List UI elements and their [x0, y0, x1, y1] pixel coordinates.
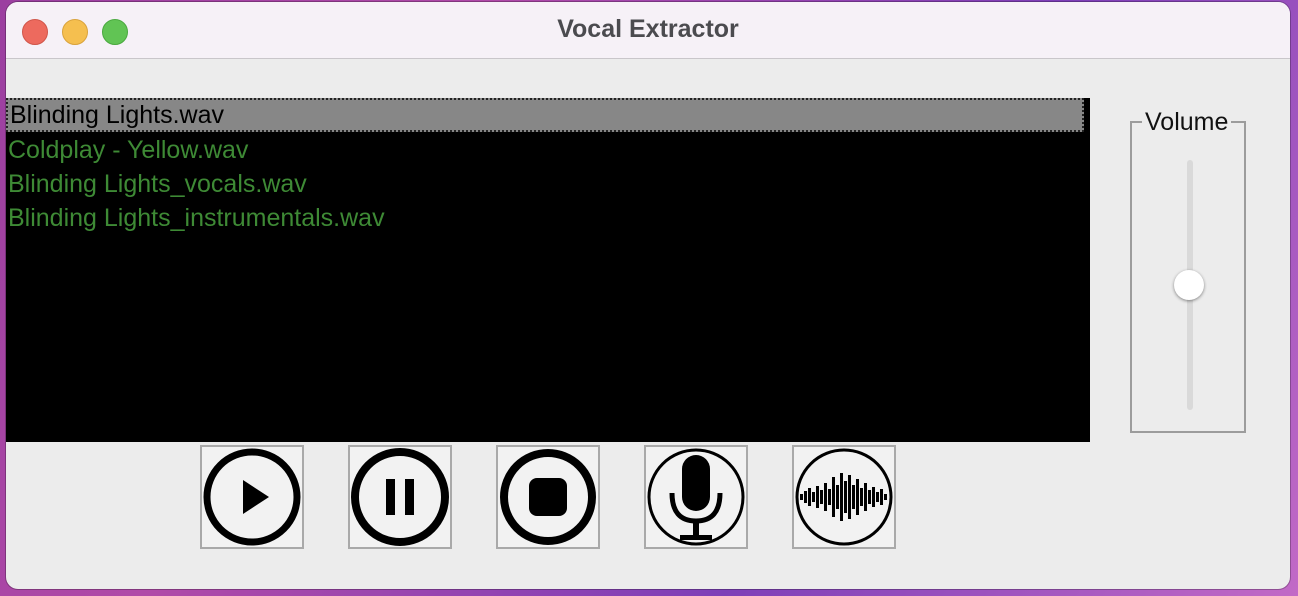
stop-button[interactable] — [496, 445, 600, 549]
play-icon — [203, 448, 301, 546]
stop-icon — [500, 449, 596, 545]
pause-button[interactable] — [348, 445, 452, 549]
extract-vocals-button[interactable] — [792, 445, 896, 549]
file-list-item[interactable]: Blinding Lights_vocals.wav — [8, 167, 307, 201]
window-title: Vocal Extractor — [557, 15, 739, 43]
record-button[interactable] — [644, 445, 748, 549]
microphone-icon — [647, 448, 745, 546]
volume-slider-thumb[interactable] — [1174, 270, 1204, 300]
volume-label: Volume — [1142, 108, 1232, 137]
pause-icon — [351, 448, 449, 546]
file-list-item[interactable]: Blinding Lights_instrumentals.wav — [8, 201, 385, 235]
file-list[interactable]: Blinding Lights.wav Coldplay - Yellow.wa… — [6, 98, 1090, 442]
file-list-item[interactable]: Blinding Lights.wav — [6, 98, 1084, 132]
play-button[interactable] — [200, 445, 304, 549]
app-window: Vocal Extractor Blinding Lights.wav Cold… — [6, 2, 1290, 589]
waveform-icon — [795, 448, 893, 546]
file-list-item[interactable]: Coldplay - Yellow.wav — [8, 133, 248, 167]
title-bar: Vocal Extractor — [6, 2, 1290, 59]
